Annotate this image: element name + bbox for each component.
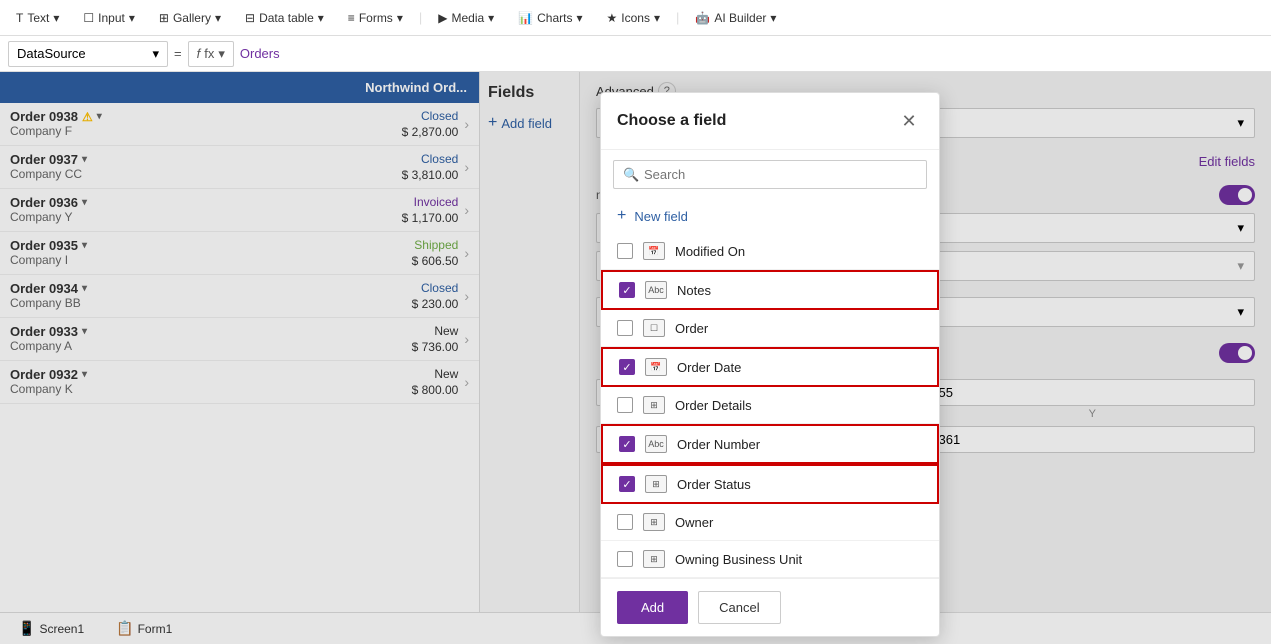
toolbar-media[interactable]: ▶ Media ▾ bbox=[430, 7, 502, 29]
datatable-icon: ⊟ bbox=[245, 11, 255, 25]
field-list: 📅 Modified On Abc Notes ☐ Order 📅 Order … bbox=[601, 233, 939, 578]
chevron-down-icon: ▾ bbox=[488, 11, 494, 25]
chevron-down-icon: ▾ bbox=[152, 46, 159, 62]
field-name: Owning Business Unit bbox=[675, 552, 802, 567]
toolbar-gallery[interactable]: ⊞ Gallery ▾ bbox=[151, 7, 229, 29]
toolbar: T Text ▾ ☐ Input ▾ ⊞ Gallery ▾ ⊟ Data ta… bbox=[0, 0, 1271, 36]
field-item[interactable]: ☐ Order bbox=[601, 310, 939, 347]
field-type-icon: 📅 bbox=[643, 242, 665, 260]
field-name: Order Details bbox=[675, 398, 752, 413]
field-item[interactable]: 📅 Modified On bbox=[601, 233, 939, 270]
toolbar-input[interactable]: ☐ Input ▾ bbox=[75, 7, 143, 29]
toolbar-charts[interactable]: 📊 Charts ▾ bbox=[510, 7, 590, 29]
fx-icon: f bbox=[197, 46, 201, 61]
field-item[interactable]: ⊞ Order Status bbox=[601, 464, 939, 504]
field-type-icon: 📅 bbox=[645, 358, 667, 376]
field-checkbox[interactable] bbox=[617, 397, 633, 413]
new-field-row[interactable]: + New field bbox=[601, 199, 939, 233]
choose-field-modal: Choose a field ✕ 🔍 + New field 📅 Modifie… bbox=[600, 92, 940, 637]
chevron-down-icon: ▾ bbox=[53, 11, 59, 25]
modal-header: Choose a field ✕ bbox=[601, 93, 939, 150]
field-name: Modified On bbox=[675, 244, 745, 259]
chevron-down-icon: ▾ bbox=[318, 11, 324, 25]
chevron-down-icon: ▾ bbox=[218, 46, 225, 62]
add-button[interactable]: Add bbox=[617, 591, 688, 624]
formula-bar: DataSource ▾ = f fx ▾ Orders bbox=[0, 36, 1271, 72]
field-name: Order Number bbox=[677, 437, 760, 452]
chevron-down-icon: ▾ bbox=[576, 11, 582, 25]
formula-value: Orders bbox=[240, 46, 280, 61]
field-item[interactable]: Abc Order Number bbox=[601, 424, 939, 464]
plus-icon: + bbox=[617, 207, 626, 225]
chevron-down-icon: ▾ bbox=[129, 11, 135, 25]
field-checkbox[interactable] bbox=[617, 551, 633, 567]
gallery-icon: ⊞ bbox=[159, 11, 169, 25]
toolbar-icons[interactable]: ★ Icons ▾ bbox=[599, 7, 668, 29]
field-type-icon: ⊞ bbox=[643, 396, 665, 414]
chevron-down-icon: ▾ bbox=[654, 11, 660, 25]
field-name: Order Date bbox=[677, 360, 741, 375]
search-icon: 🔍 bbox=[623, 167, 639, 183]
modal-footer: Add Cancel bbox=[601, 578, 939, 636]
datasource-dropdown[interactable]: DataSource ▾ bbox=[8, 41, 168, 67]
field-checkbox[interactable] bbox=[617, 243, 633, 259]
close-button[interactable]: ✕ bbox=[895, 107, 923, 135]
field-name: Notes bbox=[677, 283, 711, 298]
field-checkbox[interactable] bbox=[619, 436, 635, 452]
field-checkbox[interactable] bbox=[617, 514, 633, 530]
fx-label: fx bbox=[204, 46, 214, 61]
field-item[interactable]: ⊞ Owning Business Unit bbox=[601, 541, 939, 578]
main-area: Northwind Ord... Order 0938 ⚠ ▾ Company … bbox=[0, 72, 1271, 644]
icons-icon: ★ bbox=[607, 11, 618, 25]
field-type-icon: Abc bbox=[645, 281, 667, 299]
separator2: | bbox=[676, 10, 679, 25]
ai-icon: 🤖 bbox=[695, 11, 710, 25]
search-input[interactable] bbox=[613, 160, 927, 189]
cancel-button[interactable]: Cancel bbox=[698, 591, 780, 624]
field-type-icon: ☐ bbox=[643, 319, 665, 337]
field-name: Order Status bbox=[677, 477, 751, 492]
chevron-down-icon: ▾ bbox=[770, 11, 776, 25]
field-checkbox[interactable] bbox=[619, 476, 635, 492]
fx-button[interactable]: f fx ▾ bbox=[188, 41, 234, 67]
toolbar-datatable[interactable]: ⊟ Data table ▾ bbox=[237, 7, 332, 29]
modal-title: Choose a field bbox=[617, 112, 726, 130]
field-item[interactable]: 📅 Order Date bbox=[601, 347, 939, 387]
field-item[interactable]: Abc Notes bbox=[601, 270, 939, 310]
search-box: 🔍 bbox=[613, 160, 927, 189]
equals-icon: = bbox=[174, 46, 182, 61]
field-checkbox[interactable] bbox=[617, 320, 633, 336]
field-item[interactable]: ⊞ Owner bbox=[601, 504, 939, 541]
media-icon: ▶ bbox=[438, 11, 447, 25]
forms-icon: ≡ bbox=[348, 11, 355, 25]
chevron-down-icon: ▾ bbox=[397, 11, 403, 25]
toolbar-text[interactable]: T Text ▾ bbox=[8, 7, 67, 29]
field-checkbox[interactable] bbox=[619, 359, 635, 375]
field-type-icon: ⊞ bbox=[643, 550, 665, 568]
field-type-icon: Abc bbox=[645, 435, 667, 453]
chevron-down-icon: ▾ bbox=[215, 11, 221, 25]
field-item[interactable]: ⊞ Order Details bbox=[601, 387, 939, 424]
charts-icon: 📊 bbox=[518, 11, 533, 25]
field-type-icon: ⊞ bbox=[645, 475, 667, 493]
field-checkbox[interactable] bbox=[619, 282, 635, 298]
text-icon: T bbox=[16, 11, 23, 25]
field-name: Order bbox=[675, 321, 708, 336]
input-icon: ☐ bbox=[83, 11, 94, 25]
field-type-icon: ⊞ bbox=[643, 513, 665, 531]
toolbar-aibuilder[interactable]: 🤖 AI Builder ▾ bbox=[687, 7, 784, 29]
field-name: Owner bbox=[675, 515, 713, 530]
separator: | bbox=[419, 10, 422, 25]
toolbar-forms[interactable]: ≡ Forms ▾ bbox=[340, 7, 411, 29]
